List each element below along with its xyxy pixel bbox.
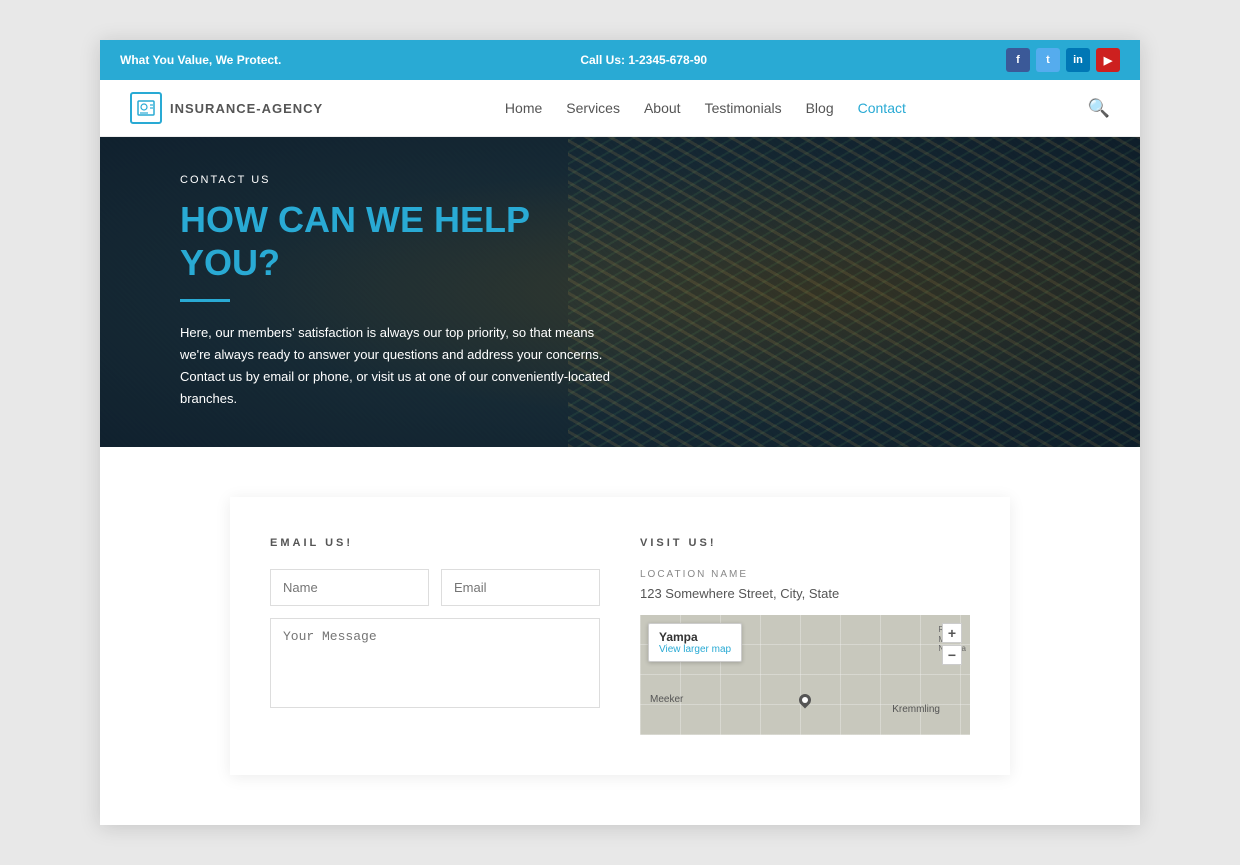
map-popup-link[interactable]: View larger map [659, 644, 731, 655]
twitter-icon[interactable]: t [1036, 48, 1060, 72]
visit-section: VISIT US! LOCATION NAME 123 Somewhere St… [640, 537, 970, 735]
map-label-kremming: Kremmling [892, 704, 940, 715]
zoom-in-button[interactable]: + [942, 623, 962, 643]
hero-label: CONTACT US [180, 174, 620, 186]
location-label: LOCATION NAME [640, 569, 970, 580]
email-section-title: EMAIL US! [270, 537, 600, 549]
message-textarea[interactable] [270, 618, 600, 708]
nav-links: Home Services About Testimonials Blog Co… [505, 100, 906, 116]
hero-content: CONTACT US HOW CAN WE HELP YOU? Here, ou… [100, 137, 700, 447]
map-popup-title: Yampa [659, 630, 731, 644]
map-pin [799, 694, 811, 710]
zoom-out-button[interactable]: − [942, 645, 962, 665]
location-address: 123 Somewhere Street, City, State [640, 586, 970, 601]
nav-blog[interactable]: Blog [806, 100, 834, 116]
linkedin-icon[interactable]: in [1066, 48, 1090, 72]
browser-window: What You Value, We Protect. Call Us: 1-2… [100, 40, 1140, 825]
logo-icon [130, 92, 162, 124]
youtube-icon[interactable]: ▶ [1096, 48, 1120, 72]
nav-testimonials[interactable]: Testimonials [705, 100, 782, 116]
social-icons: f t in ▶ [1006, 48, 1120, 72]
map-zoom-controls: + − [942, 623, 962, 665]
map-inner: Yampa View larger map Yampa Kremmling Me… [640, 615, 970, 735]
nav-about[interactable]: About [644, 100, 681, 116]
email-input[interactable] [441, 569, 600, 606]
nav-home[interactable]: Home [505, 100, 542, 116]
map-container[interactable]: Yampa View larger map Yampa Kremmling Me… [640, 615, 970, 735]
nav-contact[interactable]: Contact [858, 100, 906, 116]
nav-bar: INSURANCE-AGENCY Home Services About Tes… [100, 80, 1140, 137]
content-inner: EMAIL US! VISIT US! LOCATION NAME 123 So… [230, 497, 1010, 775]
facebook-icon[interactable]: f [1006, 48, 1030, 72]
visit-section-title: VISIT US! [640, 537, 970, 549]
hero-body: Here, our members' satisfaction is alway… [180, 322, 620, 410]
map-label-meeker: Meeker [650, 694, 683, 705]
hero-title: HOW CAN WE HELP YOU? [180, 198, 620, 284]
name-email-row [270, 569, 600, 606]
top-bar: What You Value, We Protect. Call Us: 1-2… [100, 40, 1140, 80]
phone: Call Us: 1-2345-678-90 [580, 53, 707, 67]
map-popup: Yampa View larger map [648, 623, 742, 662]
search-icon[interactable]: 🔍 [1088, 98, 1110, 119]
tagline: What You Value, We Protect. [120, 53, 281, 67]
hero-divider [180, 299, 230, 302]
name-input[interactable] [270, 569, 429, 606]
content-section: EMAIL US! VISIT US! LOCATION NAME 123 So… [100, 447, 1140, 825]
hero-section: CONTACT US HOW CAN WE HELP YOU? Here, ou… [100, 137, 1140, 447]
nav-services[interactable]: Services [566, 100, 620, 116]
email-section: EMAIL US! [270, 537, 600, 735]
logo-text: INSURANCE-AGENCY [170, 101, 323, 116]
logo[interactable]: INSURANCE-AGENCY [130, 92, 323, 124]
